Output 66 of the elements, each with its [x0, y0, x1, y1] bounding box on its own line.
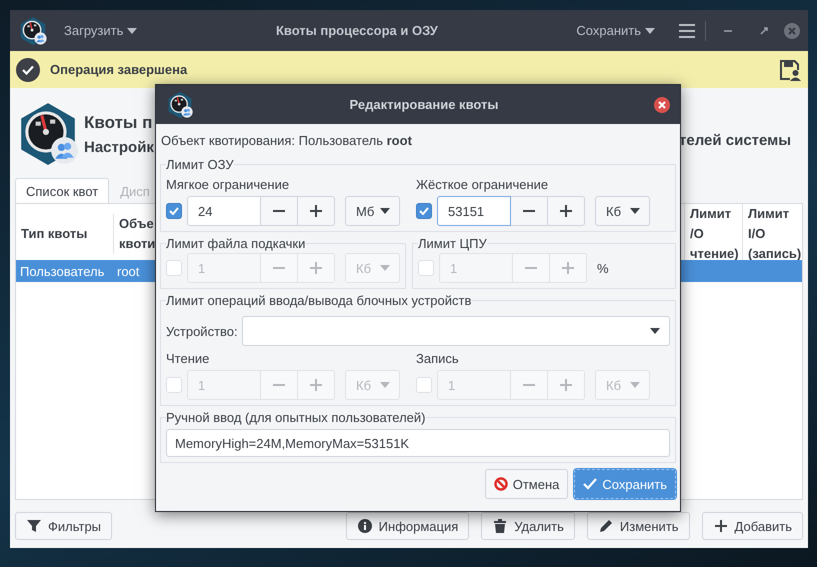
- checkbox[interactable]: [416, 203, 432, 219]
- subject-text: Объект квотирования: Пользователь root: [160, 132, 413, 150]
- group-title: Лимит ОЗУ: [166, 157, 234, 172]
- info-icon: [356, 518, 373, 534]
- unit-dropdown[interactable]: Мб: [345, 196, 400, 226]
- caret-icon: [380, 265, 390, 271]
- check-icon: [419, 207, 429, 215]
- caret-icon: [650, 328, 660, 334]
- table-cell-text: Пользователь: [19, 264, 106, 278]
- percent-label: %: [597, 260, 609, 276]
- toolbar-button[interactable]: Информация: [346, 512, 470, 540]
- save-menu[interactable]: Сохранить: [572, 21, 659, 40]
- group-title: Лимит файла подкачки: [166, 236, 306, 251]
- plus-button[interactable]: [548, 196, 585, 226]
- caret-icon: [645, 28, 655, 34]
- menu-icon[interactable]: [679, 24, 695, 38]
- dialog-title: Редактирование квоты: [348, 97, 500, 112]
- caret-icon: [127, 28, 138, 34]
- minus-button[interactable]: [511, 196, 548, 226]
- group-title: Лимит операций ввода/вывода блочных устройств: [166, 293, 472, 308]
- app-subtitle: телей системы: [679, 132, 792, 148]
- plus-icon: [712, 518, 729, 534]
- plus-button[interactable]: [298, 196, 335, 226]
- caret-icon: [630, 382, 640, 388]
- pencil-icon: [598, 518, 614, 534]
- unit-dropdown[interactable]: Кб: [595, 196, 650, 226]
- number-field[interactable]: 24: [187, 196, 261, 226]
- manual-input-field[interactable]: MemoryHigh=24M,MemoryMax=53151K: [166, 429, 670, 457]
- toolbar-button[interactable]: Изменить: [586, 512, 690, 540]
- status-message: Операция завершена: [50, 62, 188, 77]
- number-field[interactable]: 53151: [437, 196, 511, 226]
- column-header[interactable]: Тип квоты: [16, 224, 113, 244]
- checkbox[interactable]: [166, 203, 182, 219]
- table-cell-text: root: [116, 264, 140, 278]
- minus-button[interactable]: [261, 196, 298, 226]
- field-label: Чтение: [166, 350, 210, 368]
- field-label: Жёсткое ограничение: [416, 176, 550, 194]
- maximize-icon[interactable]: [760, 26, 768, 34]
- field-label: Запись: [416, 350, 460, 368]
- caret-icon: [380, 208, 390, 214]
- gauge-logo-icon: [18, 16, 48, 46]
- toolbar-button[interactable]: Фильтры: [15, 512, 112, 540]
- group-title: Ручной ввод (для опытных пользователей): [166, 410, 426, 425]
- caret-icon: [380, 382, 390, 388]
- no-entry-icon: [494, 477, 508, 491]
- check-icon: [583, 478, 598, 490]
- toolbar-button[interactable]: Удалить: [481, 512, 575, 540]
- load-menu[interactable]: Загрузить: [60, 21, 142, 40]
- tab[interactable]: Список квот: [15, 178, 110, 203]
- group-title: Лимит ЦПУ: [418, 236, 487, 251]
- caret-icon: [630, 208, 640, 214]
- funnel-icon: [26, 518, 42, 534]
- field-label: Мягкое ограничение: [166, 176, 290, 194]
- floppy-user-icon[interactable]: [778, 58, 802, 82]
- field-label: Устройство:: [166, 324, 238, 338]
- cancel-button[interactable]: Отмена: [484, 469, 568, 499]
- close-icon[interactable]: [654, 96, 670, 112]
- app-subtitle: Настройк: [84, 138, 154, 156]
- trash-icon: [492, 518, 508, 534]
- check-circle-icon: [16, 58, 40, 82]
- check-icon: [169, 207, 179, 215]
- toolbar-button[interactable]: Добавить: [702, 512, 803, 540]
- device-dropdown[interactable]: [242, 316, 670, 346]
- app-title: Квоты п: [84, 112, 154, 132]
- gauge-logo-icon: [166, 90, 194, 118]
- window-title: Квоты процессора и ОЗУ: [274, 23, 439, 38]
